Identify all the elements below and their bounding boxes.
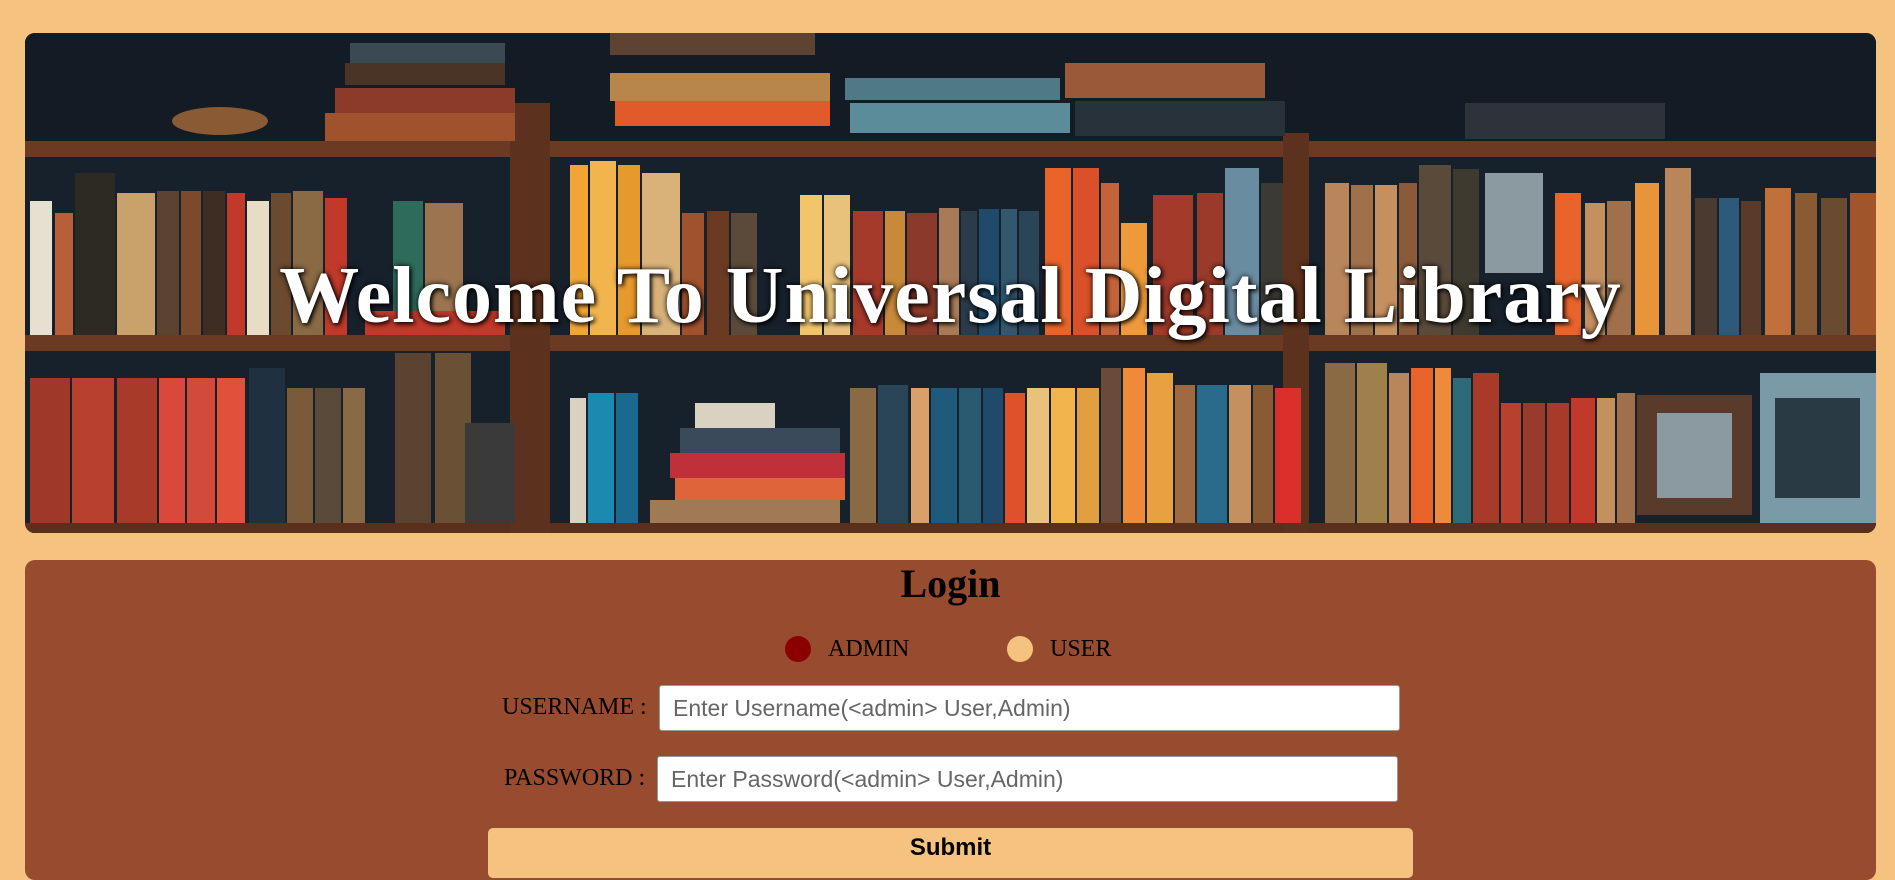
hero-title: Welcome To Universal Digital Library: [279, 252, 1622, 340]
password-input[interactable]: [657, 756, 1398, 802]
role-user-label: USER: [1050, 635, 1112, 662]
radio-selected-icon: [785, 636, 811, 662]
password-label: PASSWORD :: [504, 765, 646, 791]
role-admin-label: ADMIN: [828, 635, 910, 662]
login-panel: Login ADMIN USER USERNAME : PASSWORD : S…: [25, 560, 1876, 880]
role-user-radio[interactable]: USER: [1007, 633, 1111, 665]
role-admin-radio[interactable]: ADMIN: [785, 633, 909, 665]
submit-button[interactable]: Submit: [488, 828, 1413, 878]
username-input[interactable]: [659, 685, 1400, 731]
login-title: Login: [900, 561, 1001, 606]
username-label: USERNAME :: [502, 694, 647, 720]
hero-banner: Welcome To Universal Digital Library: [25, 33, 1876, 533]
radio-unselected-icon: [1007, 636, 1033, 662]
